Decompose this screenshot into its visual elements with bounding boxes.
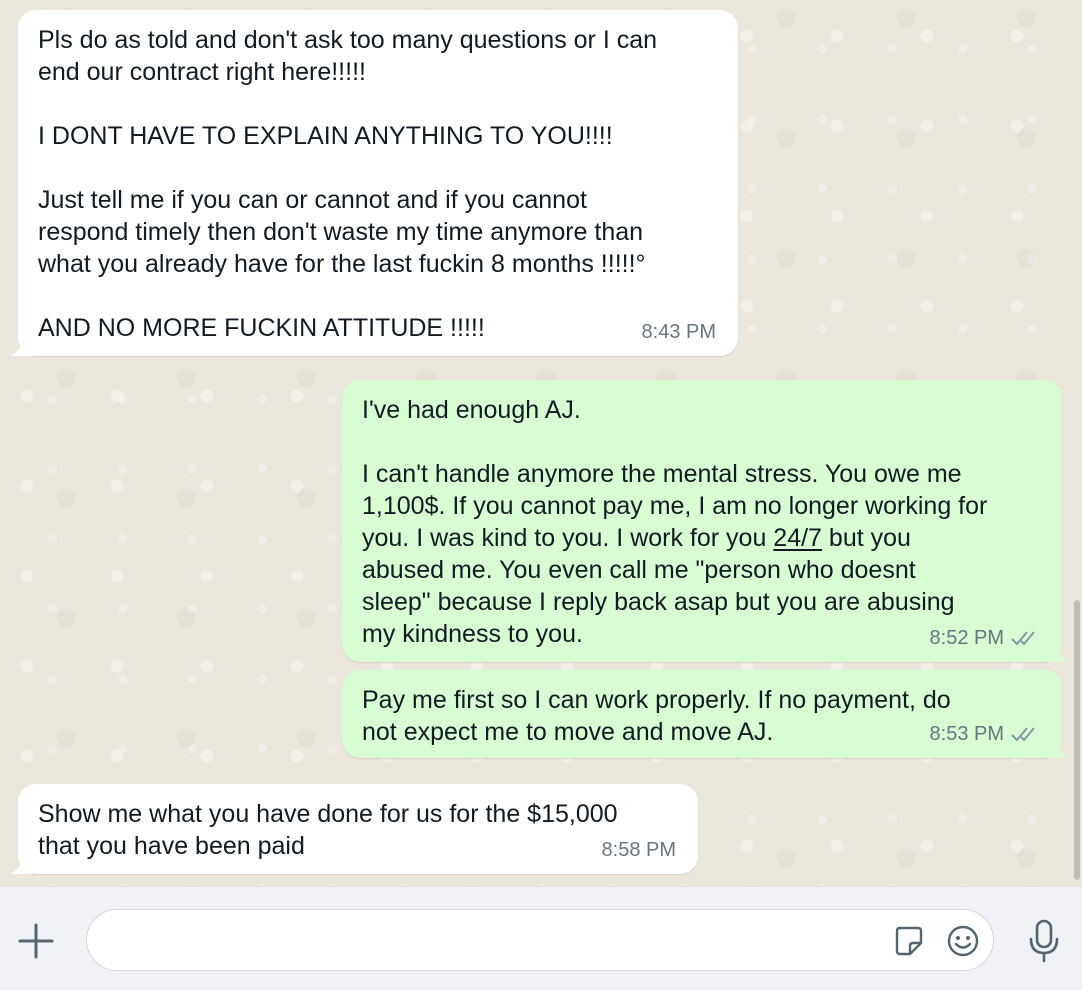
message-bubble-incoming[interactable]: Pls do as told and don't ask too many qu… (10, 10, 738, 356)
microphone-icon[interactable] (1024, 917, 1064, 965)
read-receipt-icon (1011, 631, 1035, 646)
chat-scrollbar[interactable] (1074, 600, 1080, 880)
message-time: 8:58 PM (601, 839, 676, 861)
message-text: Show me what you have done for us for th… (38, 800, 618, 860)
message-meta: 8:43 PM (642, 320, 716, 344)
read-receipt-icon (1011, 727, 1035, 742)
message-bubble-incoming[interactable]: Show me what you have done for us for th… (10, 784, 698, 874)
plus-icon[interactable] (14, 919, 58, 963)
message-meta: 8:52 PM (930, 626, 1040, 650)
message-text: Pls do as told and don't ask too many qu… (38, 26, 658, 342)
message-input[interactable] (111, 922, 875, 960)
message-meta: 8:53 PM (930, 722, 1040, 746)
message-link[interactable]: 24/7 (773, 524, 822, 552)
message-time: 8:53 PM (929, 723, 1004, 745)
message-composer (0, 886, 1082, 990)
message-bubble-outgoing[interactable]: Pay me first so I can work properly. If … (342, 670, 1070, 758)
bubble-tail (10, 856, 32, 874)
message-meta: 8:58 PM (602, 838, 676, 862)
sticker-icon[interactable] (891, 923, 927, 959)
emoji-icon[interactable] (945, 923, 981, 959)
bubble-tail (10, 338, 32, 356)
chat-message-area[interactable]: Pls do as told and don't ask too many qu… (0, 0, 1082, 886)
bubble-tail (1048, 644, 1070, 662)
message-time: 8:52 PM (929, 627, 1004, 649)
message-text: I've had enough AJ. I can't handle anymo… (362, 394, 1042, 650)
message-bubble-outgoing[interactable]: I've had enough AJ. I can't handle anymo… (342, 380, 1070, 662)
message-input-box[interactable] (86, 909, 994, 971)
message-time: 8:43 PM (641, 321, 716, 343)
bubble-tail (1048, 740, 1070, 758)
